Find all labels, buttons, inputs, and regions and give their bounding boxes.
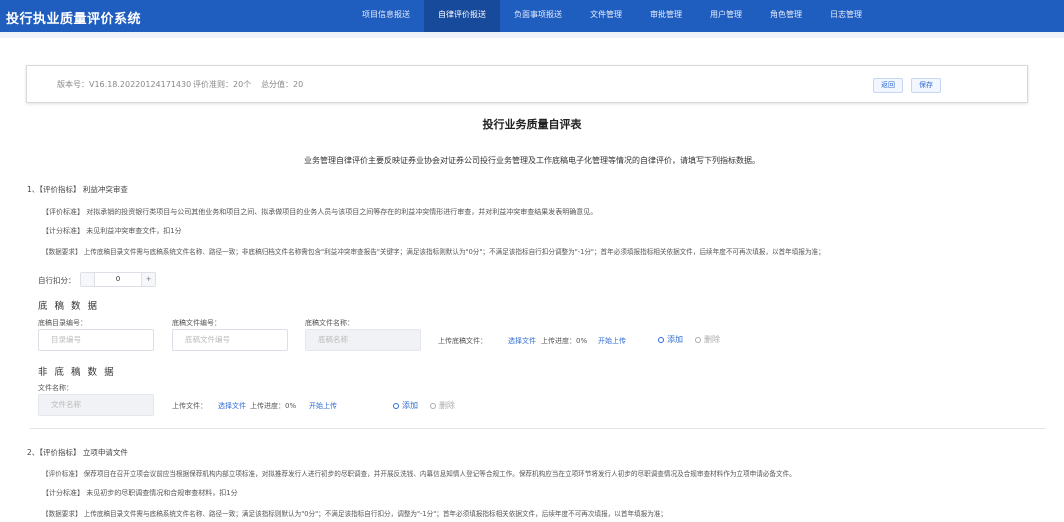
draft-delete-button[interactable]: 删除: [695, 334, 720, 345]
stepper-value: 0: [115, 275, 121, 283]
nondraft-delete-label: 删除: [439, 401, 455, 410]
item2-data-requirement: 【数据要求】 上传底稿目录文件需与底稿系统文件名称、路径一致；满足该指标则默认为…: [42, 510, 668, 518]
item2-title: 2、【评价指标】 立项申请文件: [27, 448, 128, 457]
item2-scoring: 【计分标准】 未见初步的尽职调查情况和合规审查材料，扣1分: [42, 489, 238, 497]
version-info-panel: 版本号：V16.18.20220124171430 评价准则：20个 总分值：2…: [26, 65, 1028, 103]
nondraft-upload-progress: 上传进度：0%: [250, 402, 297, 410]
draft-file-name-label: 底稿文件名称：: [305, 319, 354, 327]
draft-start-upload-link[interactable]: 开始上传: [598, 336, 626, 346]
dir-number-label: 底稿目录编号：: [38, 319, 87, 327]
total-score: 总分值：20: [261, 80, 304, 89]
top-navbar: 投行执业质量评价系统 项目信息报送 自律评价报送 负面事项报送 文件管理 审批管…: [0, 0, 1064, 32]
draft-select-file-link[interactable]: 选择文件: [508, 336, 536, 346]
section-divider: [30, 428, 1046, 429]
criteria-count: 评价准则：20个: [193, 80, 252, 89]
draft-file-number-input[interactable]: 底稿文件编号: [172, 329, 288, 351]
draft-upload-progress: 上传进度：0%: [541, 337, 588, 345]
app-title: 投行执业质量评价系统: [6, 12, 142, 27]
nondraft-add-label: 添加: [402, 401, 418, 410]
minus-circle-icon: [695, 337, 701, 343]
draft-file-number-label: 底稿文件编号：: [172, 319, 221, 327]
nav-item-log-management[interactable]: 日志管理: [816, 0, 876, 32]
nav-item-project-info[interactable]: 项目信息报送: [348, 0, 424, 32]
nav-item-approval-management[interactable]: 审批管理: [636, 0, 696, 32]
dir-number-input[interactable]: 目录编号: [38, 329, 154, 351]
minus-circle-icon: [430, 403, 436, 409]
item2-standard: 【评价标准】 保荐项目在召开立项会议前应当根据保荐机构内部立项标准，对拟推荐发行…: [42, 470, 796, 478]
nav-item-role-management[interactable]: 角色管理: [756, 0, 816, 32]
item1-data-requirement: 【数据要求】 上传底稿目录文件需与底稿系统文件名称、路径一致；非底稿归档文件名称…: [42, 248, 825, 256]
nondraft-file-name-input[interactable]: 文件名称: [38, 394, 154, 416]
nav-item-user-management[interactable]: 用户管理: [696, 0, 756, 32]
item1-scoring: 【计分标准】 未见利益冲突审查文件，扣1分: [42, 227, 182, 235]
nav-item-negative-items[interactable]: 负面事项报送: [500, 0, 576, 32]
nondraft-delete-button[interactable]: 删除: [430, 400, 455, 411]
self-score-stepper[interactable]: 0 +: [80, 272, 156, 287]
page-title: 投行业务质量自评表: [482, 118, 582, 131]
draft-upload-label: 上传底稿文件：: [438, 337, 487, 345]
plus-circle-icon: [658, 337, 664, 343]
draft-delete-label: 删除: [704, 335, 720, 344]
draft-add-label: 添加: [667, 335, 683, 344]
nondraft-file-name-label: 文件名称：: [38, 384, 73, 392]
sub-header-strip: [0, 32, 1064, 38]
nondraft-start-upload-link[interactable]: 开始上传: [309, 401, 337, 411]
back-button[interactable]: 返回: [873, 78, 903, 93]
stepper-plus-button[interactable]: +: [141, 273, 155, 286]
nav-item-file-management[interactable]: 文件管理: [576, 0, 636, 32]
save-button[interactable]: 保存: [911, 78, 941, 93]
nondraft-upload-label: 上传文件：: [172, 402, 207, 410]
nondraft-select-file-link[interactable]: 选择文件: [218, 401, 246, 411]
main-nav: 项目信息报送 自律评价报送 负面事项报送 文件管理 审批管理 用户管理 角色管理…: [348, 0, 876, 32]
draft-add-button[interactable]: 添加: [658, 334, 683, 345]
draft-data-heading: 底 稿 数 据: [38, 301, 100, 312]
plus-circle-icon: [393, 403, 399, 409]
item1-standard: 【评价标准】 对拟承销的投资银行类项目与公司其他业务和项目之间、拟承做项目的业务…: [42, 208, 598, 216]
nondraft-data-heading: 非 底 稿 数 据: [38, 367, 116, 378]
draft-file-name-input[interactable]: 底稿名称: [305, 329, 421, 351]
item1-title: 1、【评价指标】 利益冲突审查: [27, 185, 128, 194]
page-intro: 业务管理自律评价主要反映证券业协会对证券公司投行业务管理及工作底稿电子化管理等情…: [304, 156, 760, 165]
self-score-label: 自行扣分：: [38, 276, 76, 285]
stepper-minus-button[interactable]: [81, 273, 95, 286]
nav-item-self-evaluation[interactable]: 自律评价报送: [424, 0, 500, 32]
nondraft-add-button[interactable]: 添加: [393, 400, 418, 411]
version-number: 版本号：V16.18.20220124171430: [57, 80, 192, 89]
